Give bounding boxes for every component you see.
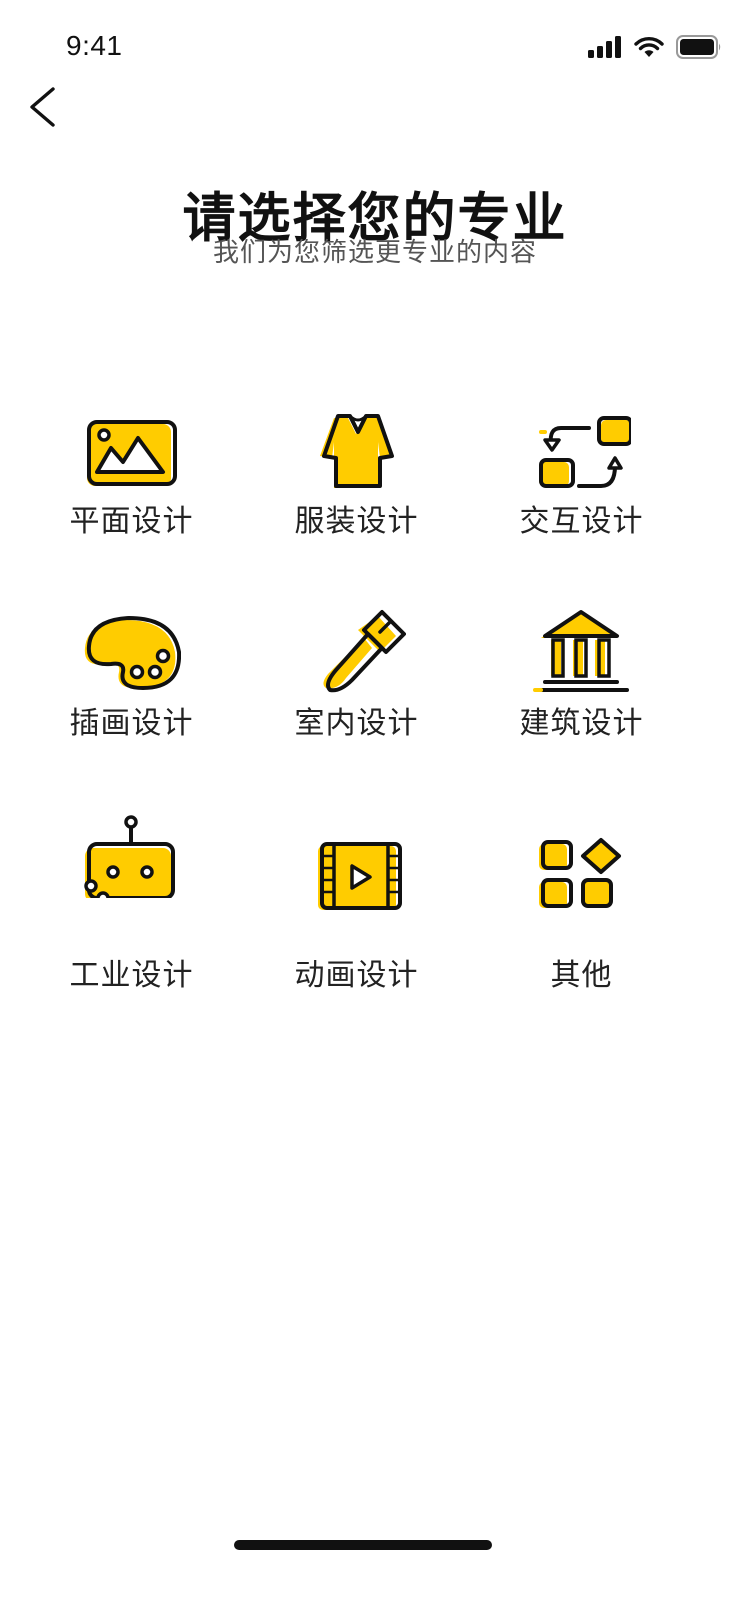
palette-icon [84,616,181,690]
major-label: 交互设计 [519,504,644,539]
major-item-interior-design[interactable]: 室内设计 [244,608,469,768]
picture-icon [87,420,177,486]
major-label: 插画设计 [69,706,194,741]
major-label: 平面设计 [69,504,194,539]
shirt-icon [320,414,394,488]
major-item-industrial-design[interactable]: 工业设计 [19,812,244,993]
interaction-icon [539,416,631,488]
home-indicator[interactable] [234,1540,492,1550]
apps-icon [539,838,621,908]
major-label: 其他 [550,958,613,993]
major-label: 工业设计 [69,958,194,993]
major-label: 室内设计 [294,706,419,741]
major-label: 动画设计 [294,958,419,993]
major-item-animation-design[interactable]: 动画设计 [244,812,469,993]
major-label: 服装设计 [294,504,419,539]
major-item-other[interactable]: 其他 [469,812,694,993]
major-grid: 平面设计 服装设计 交互设计 插画设计 室内设计 建筑设计 工业设计 动画设计 … [0,0,750,1624]
paint-brush-icon [323,610,406,693]
major-label: 建筑设计 [519,706,644,741]
building-icon [533,610,629,692]
major-item-fashion-design[interactable]: 服装设计 [244,410,469,570]
robot-icon [84,815,175,898]
major-item-interaction-design[interactable]: 交互设计 [469,410,694,570]
major-item-graphic-design[interactable]: 平面设计 [19,410,244,570]
major-item-architecture-design[interactable]: 建筑设计 [469,608,694,768]
video-icon [318,842,402,910]
major-item-illustration-design[interactable]: 插画设计 [19,608,244,768]
